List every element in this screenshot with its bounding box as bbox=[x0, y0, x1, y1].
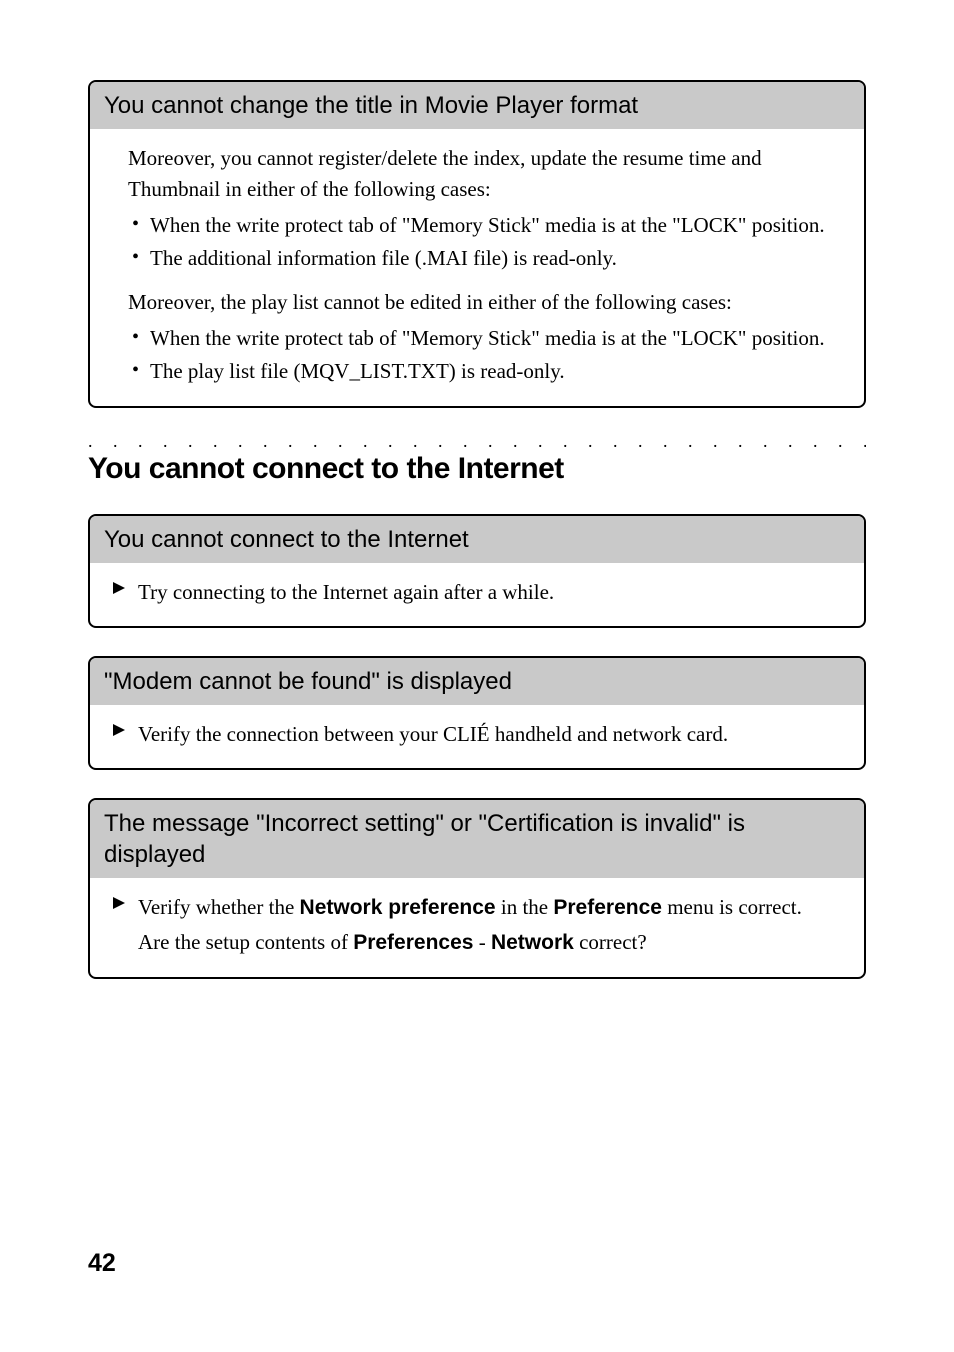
solution-item: Verify whether the Network preference in… bbox=[110, 892, 844, 959]
solution-text: Are the setup contents of Preferences - … bbox=[138, 930, 647, 954]
bold-text: Network preference bbox=[300, 896, 496, 919]
solution-text: Verify the connection between your CLIÉ … bbox=[138, 722, 728, 746]
issue-box-modem-not-found: "Modem cannot be found" is displayed Ver… bbox=[88, 656, 866, 770]
box-body: Verify whether the Network preference in… bbox=[90, 878, 864, 977]
list-item: The play list file (MQV_LIST.TXT) is rea… bbox=[128, 356, 844, 386]
section-heading: You cannot connect to the Internet bbox=[88, 452, 866, 486]
bold-text: Network bbox=[491, 931, 574, 954]
issue-box-incorrect-setting: The message "Incorrect setting" or "Cert… bbox=[88, 798, 866, 979]
solution-item: Verify the connection between your CLIÉ … bbox=[110, 719, 844, 749]
intro-text: Moreover, you cannot register/delete the… bbox=[110, 143, 844, 204]
intro-text: Moreover, the play list cannot be edited… bbox=[110, 287, 844, 317]
box-header: The message "Incorrect setting" or "Cert… bbox=[90, 800, 864, 878]
list-item: When the write protect tab of "Memory St… bbox=[128, 210, 844, 240]
bold-text: Preference bbox=[553, 896, 662, 919]
solution-item: Try connecting to the Internet again aft… bbox=[110, 577, 844, 607]
box-header: You cannot connect to the Internet bbox=[90, 516, 864, 563]
solution-text: Verify whether the Network preference in… bbox=[138, 895, 802, 919]
text-fragment: Verify whether the bbox=[138, 895, 300, 919]
page-number: 42 bbox=[88, 1249, 116, 1278]
list-item: The additional information file (.MAI fi… bbox=[128, 243, 844, 273]
list-item: When the write protect tab of "Memory St… bbox=[128, 323, 844, 353]
triangle-right-icon bbox=[112, 723, 126, 737]
dotted-divider: . . . . . . . . . . . . . . . . . . . . … bbox=[88, 436, 866, 450]
issue-box-cannot-connect: You cannot connect to the Internet Try c… bbox=[88, 514, 866, 628]
bullet-list: When the write protect tab of "Memory St… bbox=[128, 210, 844, 273]
text-fragment: Are the setup contents of bbox=[138, 930, 353, 954]
box-body: Try connecting to the Internet again aft… bbox=[90, 563, 864, 625]
text-fragment: menu is correct. bbox=[662, 895, 802, 919]
solution-text: Try connecting to the Internet again aft… bbox=[138, 580, 554, 604]
text-fragment: in the bbox=[496, 895, 554, 919]
box-header: You cannot change the title in Movie Pla… bbox=[90, 82, 864, 129]
box-body: Verify the connection between your CLIÉ … bbox=[90, 705, 864, 767]
text-fragment: - bbox=[473, 930, 491, 954]
page: You cannot change the title in Movie Pla… bbox=[0, 0, 954, 1352]
triangle-right-icon bbox=[112, 581, 126, 595]
bullet-list: When the write protect tab of "Memory St… bbox=[128, 323, 844, 386]
issue-box-movie-player-title: You cannot change the title in Movie Pla… bbox=[88, 80, 866, 408]
text-fragment: correct? bbox=[574, 930, 647, 954]
bold-text: Preferences bbox=[353, 931, 473, 954]
box-header: "Modem cannot be found" is displayed bbox=[90, 658, 864, 705]
box-body: Moreover, you cannot register/delete the… bbox=[90, 129, 864, 406]
triangle-right-icon bbox=[112, 896, 126, 910]
